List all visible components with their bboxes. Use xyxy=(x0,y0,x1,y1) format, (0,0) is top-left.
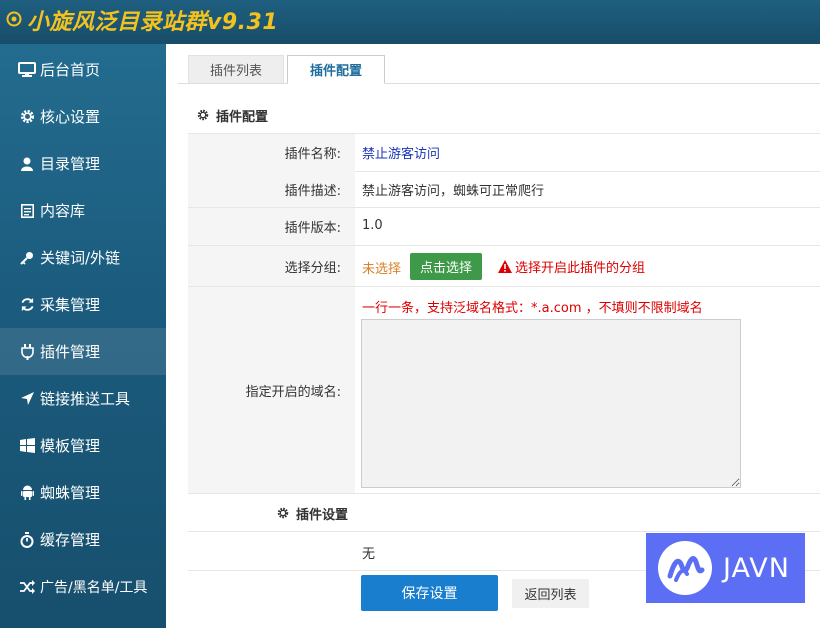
watermark-badge: JAVN xyxy=(646,533,805,603)
watermark-text: JAVN xyxy=(723,552,790,584)
sidebar-item-label: 内容库 xyxy=(40,202,86,220)
domain-label: 指定开启的域名: xyxy=(188,287,355,493)
sidebar-item-label: 插件管理 xyxy=(40,343,101,361)
sidebar-item-label: 采集管理 xyxy=(40,296,101,314)
sidebar-item-label: 目录管理 xyxy=(40,155,101,173)
list-icon xyxy=(16,202,38,220)
form-row-version: 插件版本: xyxy=(188,208,820,246)
windows-icon xyxy=(16,437,38,455)
settings-value: 无 xyxy=(362,547,376,562)
refresh-icon xyxy=(16,296,38,314)
plugin-version-value: 1.0 xyxy=(362,218,383,233)
plugin-name-value: 禁止游客访问 xyxy=(362,147,441,162)
group-label: 选择分组: xyxy=(188,246,355,286)
sidebar-item-ads-tools[interactable]: 广告/黑名单/工具 xyxy=(0,563,166,610)
sidebar-item-keywords[interactable]: 关键词/外链 xyxy=(0,234,166,281)
gear-icon xyxy=(16,108,38,126)
select-group-button[interactable]: 点击选择 xyxy=(410,253,482,280)
section-title: 插件设置 xyxy=(296,507,349,523)
sidebar-item-label: 核心设置 xyxy=(40,108,101,126)
sidebar-item-plugins[interactable]: 插件管理 xyxy=(0,328,166,375)
domain-textarea[interactable] xyxy=(361,319,741,488)
sidebar-item-spiders[interactable]: 蜘蛛管理 xyxy=(0,469,166,516)
sidebar: 后台首页 核心设置 目录管理 内容库 关键词/外链 采集管理 插件管理 链接推送… xyxy=(0,44,166,628)
key-icon xyxy=(16,249,38,267)
sidebar-item-directory[interactable]: 目录管理 xyxy=(0,140,166,187)
sidebar-item-link-push[interactable]: 链接推送工具 xyxy=(0,375,166,422)
section-title: 插件配置 xyxy=(216,109,269,125)
sidebar-item-label: 蜘蛛管理 xyxy=(40,484,101,502)
timer-icon xyxy=(16,531,38,549)
sidebar-item-core-settings[interactable]: 核心设置 xyxy=(0,93,166,140)
logo-swirl-icon xyxy=(6,11,22,27)
group-warning: 选择开启此插件的分组 xyxy=(498,257,645,276)
save-button[interactable]: 保存设置 xyxy=(361,575,498,611)
group-warning-text: 选择开启此插件的分组 xyxy=(515,261,646,276)
plugin-name-label: 插件名称: xyxy=(188,134,355,171)
plugin-desc-label: 插件描述: xyxy=(188,171,355,207)
user-icon xyxy=(16,155,38,173)
back-to-list-button[interactable]: 返回列表 xyxy=(512,579,589,608)
sidebar-item-label: 广告/黑名单/工具 xyxy=(40,579,148,596)
section-plugin-config: 插件配置 xyxy=(197,106,269,125)
gear-icon xyxy=(197,109,209,121)
sidebar-item-label: 后台首页 xyxy=(40,61,101,79)
monitor-icon xyxy=(16,61,38,79)
watermark-logo-icon xyxy=(658,541,712,595)
section-plugin-settings: 插件设置 xyxy=(277,504,349,523)
tab-plugin-config[interactable]: 插件配置 xyxy=(287,55,385,84)
warning-icon xyxy=(498,260,512,273)
tab-plugin-list[interactable]: 插件列表 xyxy=(188,55,284,83)
plug-icon xyxy=(16,343,38,361)
plugin-desc-value: 禁止游客访问，蜘蛛可正常爬行 xyxy=(362,184,545,199)
send-icon xyxy=(16,390,38,408)
domain-hint: 一行一条，支持泛域名格式：*.a.com ，不填则不限制域名 xyxy=(362,301,703,316)
sidebar-item-home[interactable]: 后台首页 xyxy=(0,46,166,93)
sidebar-item-label: 模板管理 xyxy=(40,437,101,455)
sidebar-item-templates[interactable]: 模板管理 xyxy=(0,422,166,469)
sidebar-item-label: 关键词/外链 xyxy=(40,249,121,267)
tab-divider xyxy=(178,83,820,84)
shuffle-icon xyxy=(16,578,38,596)
android-icon xyxy=(16,484,38,502)
sidebar-item-cache[interactable]: 缓存管理 xyxy=(0,516,166,563)
plugin-version-label: 插件版本: xyxy=(188,208,355,245)
sidebar-item-content[interactable]: 内容库 xyxy=(0,187,166,234)
form-row-name: 插件名称: xyxy=(188,133,820,172)
app-title: 小旋风泛目录站群v9.31 xyxy=(27,10,279,35)
gear-icon xyxy=(277,507,289,519)
group-value: 未选择 xyxy=(362,262,402,277)
top-header: 小旋风泛目录站群v9.31 xyxy=(0,0,820,44)
sidebar-item-label: 缓存管理 xyxy=(40,531,101,549)
sidebar-item-label: 链接推送工具 xyxy=(40,390,131,408)
sidebar-item-collect[interactable]: 采集管理 xyxy=(0,281,166,328)
